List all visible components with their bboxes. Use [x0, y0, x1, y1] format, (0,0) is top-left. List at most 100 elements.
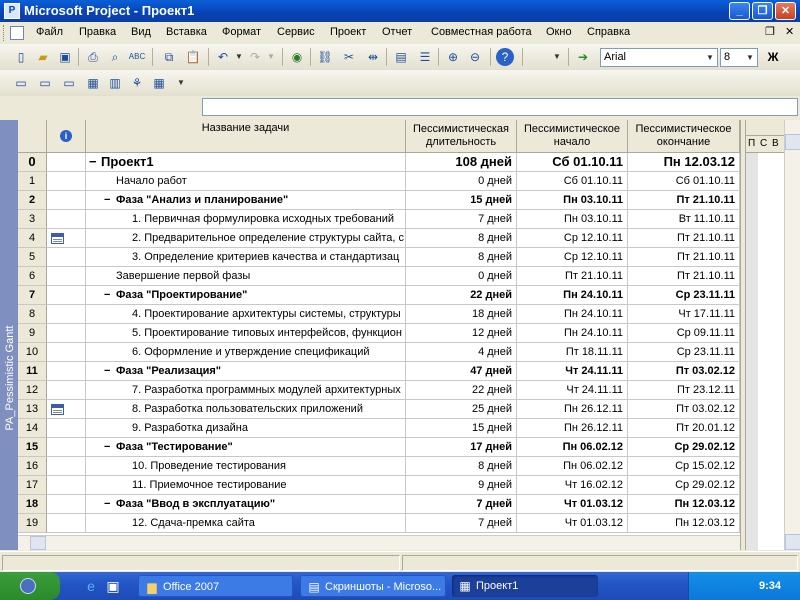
duration-cell[interactable]: 18 дней: [406, 305, 517, 324]
indicator-cell[interactable]: [47, 362, 86, 381]
task-row[interactable]: 1 Начало работ 0 дней Сб 01.10.11 Сб 01.10.1…: [18, 172, 740, 191]
duration-cell[interactable]: 47 дней: [406, 362, 517, 381]
finish-cell[interactable]: Ср 15.02.12: [628, 457, 740, 476]
task-row[interactable]: 3 1. Первичная формулировка исходных треб…: [18, 210, 740, 229]
help-icon[interactable]: ?: [496, 48, 514, 66]
row-id[interactable]: 14: [18, 419, 47, 438]
start-cell[interactable]: Пн 03.10.11: [517, 210, 628, 229]
task-row[interactable]: 5 3. Определение критериев качества и ста…: [18, 248, 740, 267]
task-name-cell[interactable]: 5. Проектирование типовых интерфейсов, ф…: [86, 324, 406, 343]
finish-cell[interactable]: Пт 03.02.12: [628, 362, 740, 381]
task-name-cell[interactable]: 11. Приемочное тестирование: [86, 476, 406, 495]
redo-dropdown-icon[interactable]: ▼: [262, 48, 280, 66]
task-row[interactable]: 11− Фаза "Реализация" 47 дней Чт 24.11.11 Пт…: [18, 362, 740, 381]
row-id[interactable]: 16: [18, 457, 47, 476]
taskbar-app-office[interactable]: ▆ Office 2007: [138, 575, 293, 597]
resource-view-icon[interactable]: ▭: [60, 74, 78, 92]
task-name-cell[interactable]: 8. Разработка пользовательских приложени…: [86, 400, 406, 419]
menu-edit[interactable]: Правка: [79, 26, 116, 38]
start-cell[interactable]: Пн 26.12.11: [517, 400, 628, 419]
indicator-cell[interactable]: [47, 286, 86, 305]
menu-tools[interactable]: Сервис: [277, 26, 315, 38]
task-name-cell[interactable]: − Фаза "Ввод в эксплуатацию": [86, 495, 406, 514]
row-id[interactable]: 10: [18, 343, 47, 362]
bold-button[interactable]: Ж: [764, 48, 782, 66]
finish-cell[interactable]: Пн 12.03.12: [628, 495, 740, 514]
scroll-down-button[interactable]: [785, 534, 800, 550]
desktop-icon[interactable]: ▣: [104, 577, 122, 595]
start-cell[interactable]: Сб 01.10.11: [517, 172, 628, 191]
row-id[interactable]: 12: [18, 381, 47, 400]
duration-cell[interactable]: 7 дней: [406, 210, 517, 229]
duration-cell[interactable]: 8 дней: [406, 248, 517, 267]
indicator-cell[interactable]: [47, 324, 86, 343]
column-header-start[interactable]: Пессимистическое начало: [517, 120, 628, 153]
task-name-cell[interactable]: 7. Разработка программных модулей архите…: [86, 381, 406, 400]
row-id[interactable]: 9: [18, 324, 47, 343]
task-name-cell[interactable]: − Фаза "Реализация": [86, 362, 406, 381]
task-name-cell[interactable]: − Фаза "Проектирование": [86, 286, 406, 305]
task-notes-icon[interactable]: ☰: [416, 48, 434, 66]
save-icon[interactable]: ▣: [56, 48, 74, 66]
row-id[interactable]: 0: [18, 153, 47, 172]
indicator-cell[interactable]: [47, 438, 86, 457]
task-name-cell[interactable]: 2. Предварительное определение структуры…: [86, 229, 406, 248]
start-cell[interactable]: Пн 06.02.12: [517, 457, 628, 476]
row-id[interactable]: 11: [18, 362, 47, 381]
row-id[interactable]: 1: [18, 172, 47, 191]
font-size-dropdown-icon[interactable]: ▼: [743, 49, 757, 66]
finish-cell[interactable]: Пн 12.03.12: [628, 514, 740, 533]
row-id[interactable]: 6: [18, 267, 47, 286]
finish-cell[interactable]: Пт 21.10.11: [628, 191, 740, 210]
duration-cell[interactable]: 22 дней: [406, 286, 517, 305]
font-dropdown-icon[interactable]: ▼: [703, 49, 717, 66]
start-cell[interactable]: Пн 03.10.11: [517, 191, 628, 210]
menu-help[interactable]: Справка: [587, 26, 630, 38]
doc-close-icon[interactable]: ✕: [785, 25, 794, 38]
indicator-cell[interactable]: [47, 495, 86, 514]
minimize-button[interactable]: _: [729, 2, 750, 20]
task-row[interactable]: 16 10. Проведение тестирования 8 дней Пн 06…: [18, 457, 740, 476]
toolbar-options-icon[interactable]: ▼: [172, 74, 190, 92]
indicator-cell[interactable]: [47, 248, 86, 267]
duration-cell[interactable]: 108 дней: [406, 153, 517, 172]
duration-cell[interactable]: 9 дней: [406, 476, 517, 495]
start-cell[interactable]: Пн 06.02.12: [517, 438, 628, 457]
font-combobox[interactable]: Arial ▼: [600, 48, 718, 67]
start-cell[interactable]: Пн 24.10.11: [517, 324, 628, 343]
duration-cell[interactable]: 7 дней: [406, 495, 517, 514]
menu-project[interactable]: Проект: [330, 26, 366, 38]
task-row[interactable]: 2− Фаза "Анализ и планирование" 15 дней Пн …: [18, 191, 740, 210]
task-row[interactable]: 10 6. Оформление и утверждение спецификац…: [18, 343, 740, 362]
menu-collaborate[interactable]: Совместная работа: [431, 26, 532, 38]
row-id[interactable]: 5: [18, 248, 47, 267]
duration-cell[interactable]: 0 дней: [406, 172, 517, 191]
indicator-cell[interactable]: [47, 191, 86, 210]
indicator-cell[interactable]: [47, 153, 86, 172]
collapse-toggle-icon[interactable]: −: [104, 438, 116, 456]
finish-cell[interactable]: Сб 01.10.11: [628, 172, 740, 191]
close-button[interactable]: ✕: [775, 2, 796, 20]
menu-insert[interactable]: Вставка: [166, 26, 207, 38]
duration-cell[interactable]: 22 дней: [406, 381, 517, 400]
finish-cell[interactable]: Ср 29.02.12: [628, 438, 740, 457]
table-icon[interactable]: ▦: [150, 74, 168, 92]
finish-cell[interactable]: Пт 21.10.11: [628, 229, 740, 248]
column-header-finish[interactable]: Пессимистическое окончание: [628, 120, 740, 153]
collapse-toggle-icon[interactable]: −: [104, 362, 116, 380]
duration-cell[interactable]: 12 дней: [406, 324, 517, 343]
start-button[interactable]: [0, 572, 60, 600]
task-name-cell[interactable]: 1. Первичная формулировка исходных требо…: [86, 210, 406, 229]
finish-cell[interactable]: Пт 21.10.11: [628, 267, 740, 286]
start-cell[interactable]: Пт 21.10.11: [517, 267, 628, 286]
start-cell[interactable]: Чт 16.02.12: [517, 476, 628, 495]
menu-format[interactable]: Формат: [222, 26, 261, 38]
ie-icon[interactable]: e: [82, 577, 100, 595]
entry-field[interactable]: [202, 98, 798, 116]
task-row[interactable]: 18− Фаза "Ввод в эксплуатацию" 7 дней Чт 01…: [18, 495, 740, 514]
scroll-left-button[interactable]: [30, 536, 46, 550]
indicator-cell[interactable]: [47, 229, 86, 248]
font-size-combobox[interactable]: 8 ▼: [720, 48, 758, 67]
duration-cell[interactable]: 8 дней: [406, 229, 517, 248]
row-id[interactable]: 18: [18, 495, 47, 514]
